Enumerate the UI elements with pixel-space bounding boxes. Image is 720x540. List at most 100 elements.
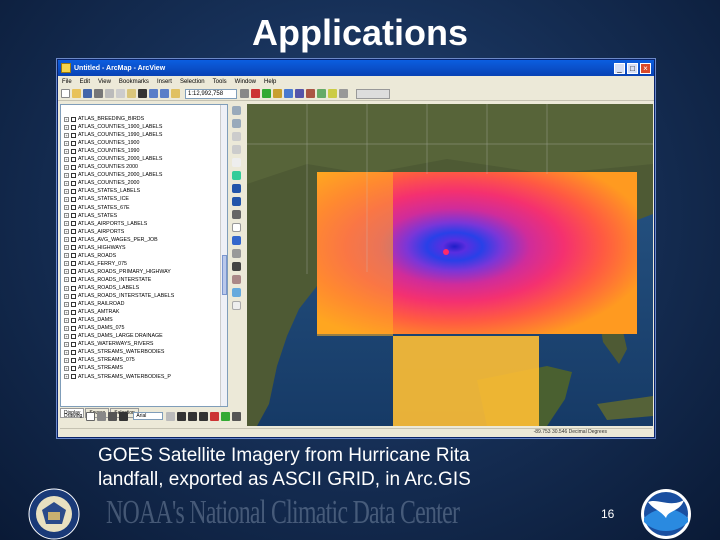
expand-icon[interactable]: +	[64, 341, 69, 347]
toc-layer-item[interactable]: + ATLAS_STREAMS	[64, 364, 227, 372]
toc-layer-item[interactable]: + ATLAS_HIGHWAYS	[64, 244, 227, 252]
identify-icon[interactable]	[232, 236, 241, 245]
expand-icon[interactable]: +	[64, 349, 69, 355]
fixed-zoom-out-icon[interactable]	[232, 145, 241, 154]
map-canvas[interactable]	[247, 104, 653, 426]
toc-scrollbar-thumb[interactable]	[222, 255, 227, 295]
measure-icon[interactable]	[232, 275, 241, 284]
layer-visibility-checkbox[interactable]	[71, 301, 76, 307]
expand-icon[interactable]: +	[64, 132, 69, 138]
close-button[interactable]: ×	[640, 62, 651, 74]
layer-visibility-checkbox[interactable]	[71, 357, 76, 363]
toc-layer-item[interactable]: + ATLAS_DAMS_LARGE DRAINAGE	[64, 332, 227, 340]
menu-insert[interactable]: Insert	[157, 79, 172, 85]
toc-layer-item[interactable]: + ATLAS_BREEDING_BIRDS	[64, 115, 227, 123]
toc-scrollbar[interactable]	[220, 105, 227, 406]
arctoolbox-icon[interactable]	[251, 89, 260, 98]
hyperlink-icon[interactable]	[232, 288, 241, 297]
menu-bookmarks[interactable]: Bookmarks	[119, 79, 149, 85]
expand-icon[interactable]: +	[64, 205, 69, 211]
rotate-icon[interactable]	[97, 411, 107, 421]
label-icon[interactable]	[328, 89, 337, 98]
html-popup-icon[interactable]	[232, 301, 241, 310]
layer-visibility-checkbox[interactable]	[71, 148, 76, 154]
editor-icon[interactable]	[240, 89, 249, 98]
layer-visibility-checkbox[interactable]	[71, 229, 76, 235]
layer-visibility-checkbox[interactable]	[71, 237, 76, 243]
drawing-menu[interactable]: Drawing	[64, 413, 82, 419]
toc-layer-item[interactable]: + ATLAS_ROADS_PRIMARY_HIGHWAY	[64, 268, 227, 276]
toc-layer-item[interactable]: + ATLAS_COUNTIES_2000	[64, 179, 227, 187]
expand-icon[interactable]: +	[64, 140, 69, 146]
layer-visibility-checkbox[interactable]	[71, 365, 76, 371]
map-scale-input[interactable]: 1:12,992,758	[185, 88, 237, 99]
expand-icon[interactable]: +	[64, 365, 69, 371]
layer-visibility-checkbox[interactable]	[71, 349, 76, 355]
find-icon[interactable]	[232, 249, 241, 258]
expand-icon[interactable]: +	[64, 188, 69, 194]
cut-icon[interactable]	[105, 89, 114, 98]
expand-icon[interactable]: +	[64, 180, 69, 186]
expand-icon[interactable]: +	[64, 374, 69, 380]
toc-layer-item[interactable]: + ATLAS_COUNTIES_2000_LABELS	[64, 155, 227, 163]
back-extent-icon[interactable]	[232, 184, 241, 193]
print-icon[interactable]	[94, 89, 103, 98]
layer-visibility-checkbox[interactable]	[71, 180, 76, 186]
expand-icon[interactable]: +	[64, 116, 69, 122]
expand-icon[interactable]: +	[64, 333, 69, 339]
toc-layer-item[interactable]: + ATLAS_DAMS_075	[64, 324, 227, 332]
layer-visibility-checkbox[interactable]	[71, 253, 76, 259]
menu-window[interactable]: Window	[235, 79, 256, 85]
expand-icon[interactable]: +	[64, 245, 69, 251]
expand-icon[interactable]: +	[64, 237, 69, 243]
layer-visibility-checkbox[interactable]	[71, 317, 76, 323]
save-icon[interactable]	[83, 89, 92, 98]
menu-edit[interactable]: Edit	[80, 79, 90, 85]
bold-icon[interactable]	[177, 411, 187, 421]
add-data-icon[interactable]	[171, 89, 180, 98]
toc-layer-item[interactable]: + ATLAS_COUNTIES_1990	[64, 147, 227, 155]
expand-icon[interactable]: +	[64, 357, 69, 363]
fixed-zoom-in-icon[interactable]	[232, 132, 241, 141]
toc-layer-item[interactable]: + ATLAS_STATES_LABELS	[64, 187, 227, 195]
toc-layer-item[interactable]: + ATLAS_COUNTIES_1990_LABELS	[64, 131, 227, 139]
expand-icon[interactable]: +	[64, 261, 69, 267]
layer-visibility-checkbox[interactable]	[71, 213, 76, 219]
underline-icon[interactable]	[199, 411, 209, 421]
layer-visibility-checkbox[interactable]	[71, 196, 76, 202]
expand-icon[interactable]: +	[64, 196, 69, 202]
expand-icon[interactable]: +	[64, 124, 69, 130]
layer-visibility-checkbox[interactable]	[71, 124, 76, 130]
select-element-icon[interactable]	[86, 411, 96, 421]
toc-layer-item[interactable]: + ATLAS_ROADS_INTERSTATE	[64, 276, 227, 284]
expand-icon[interactable]: +	[64, 269, 69, 275]
analysis-icon[interactable]	[317, 89, 326, 98]
fill-color-icon[interactable]	[221, 411, 231, 421]
layer-visibility-checkbox[interactable]	[71, 140, 76, 146]
expand-icon[interactable]: +	[64, 148, 69, 154]
layer-visibility-checkbox[interactable]	[71, 325, 76, 331]
layer-visibility-checkbox[interactable]	[71, 116, 76, 122]
text-tool-icon[interactable]	[119, 411, 129, 421]
expand-icon[interactable]: +	[64, 309, 69, 315]
toc-layer-item[interactable]: + ATLAS_STATES_ICE	[64, 195, 227, 203]
toc-layer-item[interactable]: + ATLAS_STREAMS_075	[64, 356, 227, 364]
toc-layer-item[interactable]: + ATLAS_COUNTIES_1900	[64, 139, 227, 147]
layer-visibility-checkbox[interactable]	[71, 285, 76, 291]
toc-layer-item[interactable]: + ATLAS_COUNTIES 2000	[64, 163, 227, 171]
layer-visibility-checkbox[interactable]	[71, 172, 76, 178]
font-color-icon[interactable]	[210, 411, 220, 421]
layout-icon[interactable]	[306, 89, 315, 98]
expand-icon[interactable]: +	[64, 156, 69, 162]
go-to-xy-icon[interactable]	[232, 262, 241, 271]
expand-icon[interactable]: +	[64, 253, 69, 259]
expand-icon[interactable]: +	[64, 221, 69, 227]
font-select[interactable]: Arial	[133, 412, 164, 420]
layer-visibility-checkbox[interactable]	[71, 205, 76, 211]
toc-layer-item[interactable]: + ATLAS_STATES_67E	[64, 204, 227, 212]
toc-layer-item[interactable]: + ATLAS_STREAMS_WATERBODIES_P	[64, 373, 227, 381]
layer-visibility-checkbox[interactable]	[71, 269, 76, 275]
toc-layer-item[interactable]: + ATLAS_ROADS_INTERSTATE_LABELS	[64, 292, 227, 300]
options-icon[interactable]	[339, 89, 348, 98]
toc-layer-item[interactable]: + ATLAS_ROADS_LABELS	[64, 284, 227, 292]
